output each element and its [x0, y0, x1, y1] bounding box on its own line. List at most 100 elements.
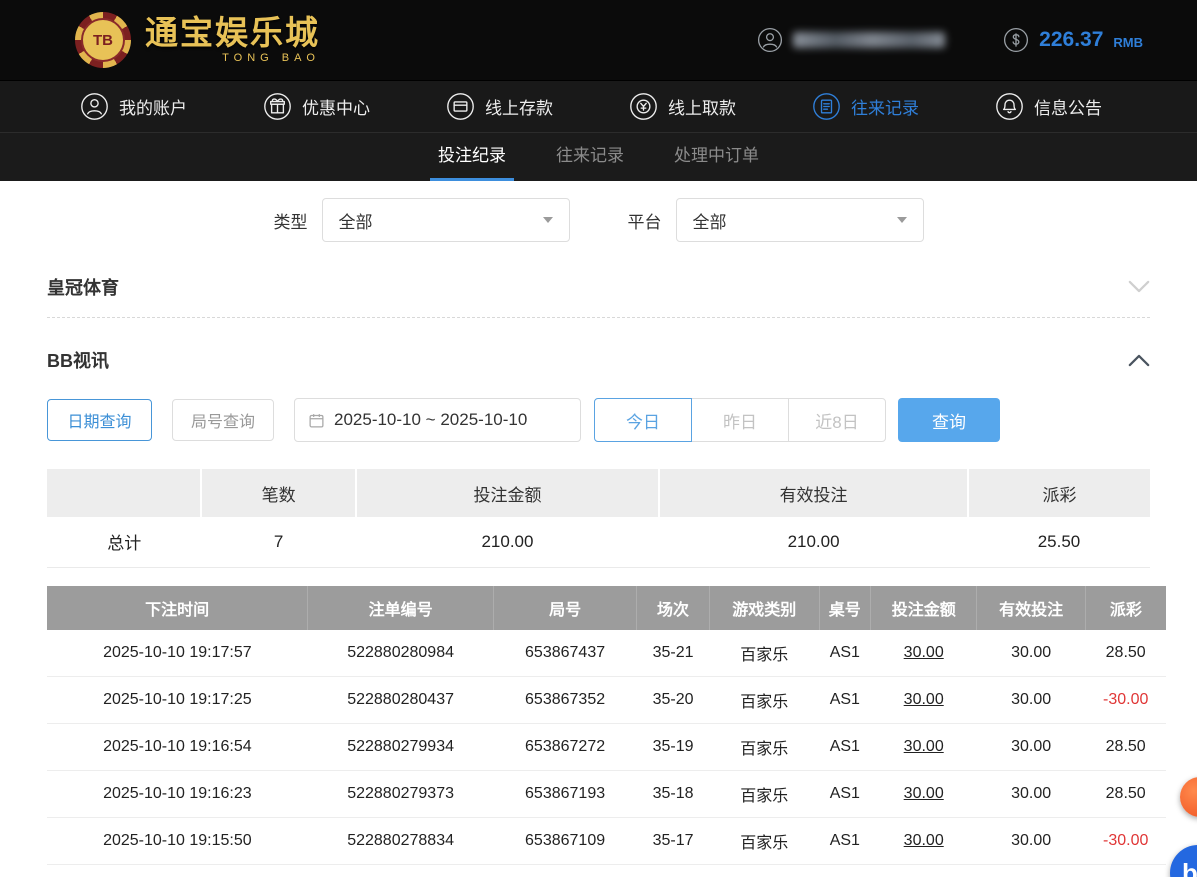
- round-no: 653867109: [493, 817, 637, 865]
- nav-item-promotions[interactable]: 优惠中心: [263, 92, 370, 121]
- tab-betting-records[interactable]: 投注纪录: [430, 133, 514, 181]
- account-user[interactable]: [757, 27, 946, 53]
- last-8-days-button[interactable]: 近8日: [788, 398, 886, 442]
- date-range-value: 2025-10-10 ~ 2025-10-10: [334, 410, 528, 429]
- summary-total-label: 总计: [47, 517, 202, 568]
- gift-icon: [264, 93, 291, 120]
- session: 35-17: [636, 817, 710, 865]
- platform-select[interactable]: 全部: [675, 198, 924, 242]
- table-no: AS1: [819, 676, 871, 724]
- payout: 28.50: [1085, 770, 1166, 818]
- calendar-icon: [308, 412, 325, 429]
- col-bet-id: 注单编号: [307, 585, 494, 630]
- session: 35-18: [636, 770, 710, 818]
- filter-row: 类型 全部 平台 全部: [0, 181, 1197, 242]
- nav-item-records[interactable]: 往来记录: [812, 92, 919, 121]
- col-round: 局号: [492, 585, 637, 630]
- account-balance[interactable]: 226.37 RMB: [1003, 27, 1143, 53]
- nav-item-label: 我的账户: [119, 99, 187, 118]
- bet-amount-link[interactable]: 30.00: [870, 676, 977, 724]
- summary-header-row: 笔数 投注金额 有效投注 派彩: [47, 469, 1150, 517]
- filter-platform-group: 平台 全部: [628, 198, 924, 242]
- nav-item-announcements[interactable]: 信息公告: [995, 92, 1102, 121]
- date-shortcut-group: 今日 昨日 近8日: [594, 398, 886, 442]
- table-no: AS1: [819, 723, 871, 771]
- balance-currency: RMB: [1113, 34, 1143, 50]
- nav-item-withdraw[interactable]: 线上取款: [629, 92, 736, 121]
- table-row: 2025-10-10 19:16:23 522880279373 6538671…: [47, 770, 1166, 818]
- table-row: 2025-10-10 19:17:25 522880280437 6538673…: [47, 676, 1166, 724]
- bet-time: 2025-10-10 19:15:50: [47, 817, 308, 865]
- detail-table-wrap: 下注时间 注单编号 局号 场次 游戏类别 桌号 投注金额 有效投注 派彩 202…: [47, 585, 1166, 865]
- col-bet-time: 下注时间: [47, 585, 308, 630]
- section-crown-sports[interactable]: 皇冠体育: [47, 256, 1150, 318]
- detail-header-row: 下注时间 注单编号 局号 场次 游戏类别 桌号 投注金额 有效投注 派彩: [47, 585, 1166, 630]
- date-query-button[interactable]: 日期查询: [47, 399, 152, 441]
- summary-header-valid: 有效投注: [658, 469, 968, 517]
- chevron-down-icon[interactable]: [1128, 280, 1150, 293]
- game-type: 百家乐: [709, 817, 820, 865]
- platform-filter-label: 平台: [627, 212, 662, 232]
- payout: 28.50: [1085, 723, 1166, 771]
- table-row: 2025-10-10 19:15:50 522880278834 6538671…: [47, 817, 1166, 865]
- type-filter-label: 类型: [273, 212, 308, 232]
- section-title-crown-sports: 皇冠体育: [47, 277, 119, 298]
- top-bar: TB 通宝娱乐城 TONG BAO 226.37 RMB: [0, 0, 1197, 80]
- session: 35-21: [636, 629, 710, 677]
- payout: 28.50: [1085, 629, 1166, 677]
- section-title-bb-video: BB视讯: [47, 351, 109, 371]
- bet-amount-link[interactable]: 30.00: [870, 817, 977, 865]
- today-button[interactable]: 今日: [594, 398, 692, 442]
- valid-bet: 30.00: [976, 817, 1086, 865]
- col-table-no: 桌号: [818, 585, 871, 630]
- bet-amount-link[interactable]: 30.00: [870, 770, 977, 818]
- page: TB 通宝娱乐城 TONG BAO 226.37 RMB 我的账户 优惠中心 线…: [0, 0, 1197, 877]
- round-no: 653867272: [493, 723, 637, 771]
- summary-valid-value: 210.00: [659, 517, 968, 568]
- yesterday-button[interactable]: 昨日: [691, 398, 789, 442]
- round-query-button[interactable]: 局号查询: [172, 399, 274, 441]
- date-range-input[interactable]: 2025-10-10 ~ 2025-10-10: [294, 398, 581, 442]
- table-no: AS1: [819, 629, 871, 677]
- bet-amount-link[interactable]: 30.00: [870, 629, 977, 677]
- bet-id: 522880279373: [307, 770, 494, 818]
- col-session: 场次: [636, 585, 710, 630]
- bell-icon: [996, 93, 1023, 120]
- round-no: 653867193: [493, 770, 637, 818]
- user-avatar-icon: [757, 27, 783, 53]
- bet-time: 2025-10-10 19:17:25: [47, 676, 308, 724]
- nav-item-label: 线上取款: [668, 99, 736, 118]
- summary-count-value: 7: [201, 517, 356, 568]
- table-no: AS1: [819, 770, 871, 818]
- browser-float-button[interactable]: b: [1170, 845, 1197, 877]
- records-document-icon: [813, 93, 840, 120]
- summary-payout-value: 25.50: [967, 517, 1150, 568]
- nav-item-my-account[interactable]: 我的账户: [80, 92, 187, 121]
- brand-logo: TB 通宝娱乐城 TONG BAO: [75, 12, 320, 68]
- summary-table-wrap: 笔数 投注金额 有效投注 派彩 总计 7 210.00 210.00 25.50: [47, 469, 1150, 568]
- payout: -30.00: [1085, 817, 1166, 865]
- bet-amount-link[interactable]: 30.00: [870, 723, 977, 771]
- game-type: 百家乐: [709, 770, 820, 818]
- bet-records-table: 下注时间 注单编号 局号 场次 游戏类别 桌号 投注金额 有效投注 派彩 202…: [47, 585, 1166, 865]
- search-button[interactable]: 查询: [898, 398, 1000, 442]
- customer-service-float-button[interactable]: [1180, 777, 1197, 817]
- nav-item-label: 往来记录: [851, 99, 919, 118]
- type-select[interactable]: 全部: [321, 198, 570, 242]
- withdraw-coin-icon: [630, 93, 657, 120]
- table-no: AS1: [819, 817, 871, 865]
- filter-type-group: 类型 全部: [274, 198, 570, 242]
- username-redacted: [793, 32, 946, 48]
- summary-bet-value: 210.00: [355, 517, 660, 568]
- summary-header-payout: 派彩: [966, 469, 1150, 517]
- chevron-down-icon: [542, 217, 553, 223]
- brand-name: 通宝娱乐城: [145, 14, 320, 51]
- tab-processing-orders[interactable]: 处理中订单: [672, 133, 761, 181]
- section-bb-video[interactable]: BB视讯: [47, 328, 1150, 392]
- nav-item-deposit[interactable]: 线上存款: [446, 92, 553, 121]
- nav-item-label: 信息公告: [1034, 99, 1102, 118]
- chevron-up-icon[interactable]: [1128, 354, 1150, 367]
- query-controls: 日期查询 局号查询 2025-10-10 ~ 2025-10-10 今日 昨日 …: [47, 398, 1150, 442]
- table-row: 2025-10-10 19:17:57 522880280984 6538674…: [47, 629, 1166, 677]
- tab-transaction-records[interactable]: 往来记录: [554, 133, 626, 181]
